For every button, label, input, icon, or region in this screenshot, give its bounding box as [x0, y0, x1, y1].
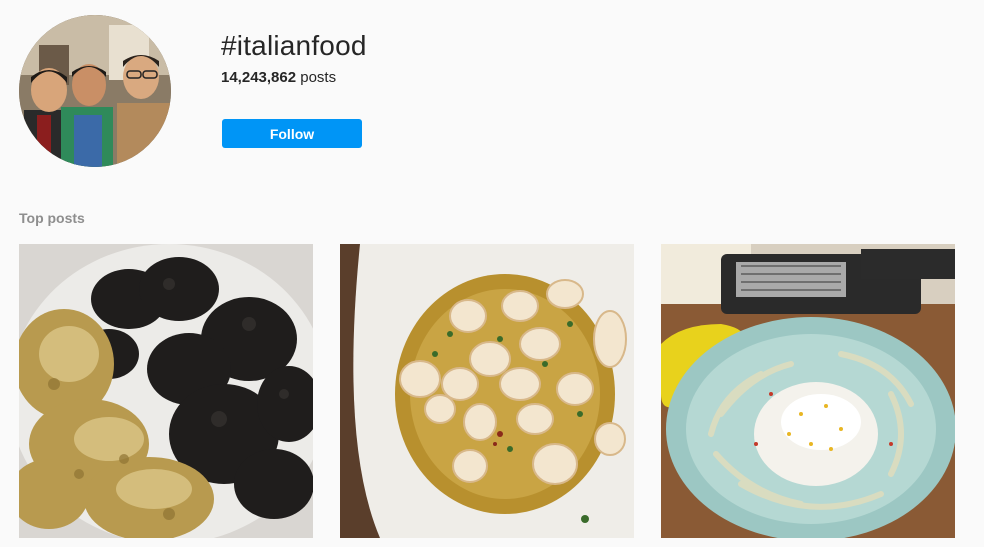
top-post-3[interactable]: [661, 244, 955, 538]
hashtag-page: #italianfood 14,243,862 posts Follow Top…: [0, 0, 984, 547]
post-image-burrata: [661, 244, 955, 538]
post-image-truffles: [19, 244, 313, 538]
hashtag-profile-image: [19, 15, 171, 167]
top-posts-heading: Top posts: [19, 210, 85, 226]
post-image-scallops: [340, 244, 634, 538]
post-count-label: posts: [296, 69, 337, 86]
post-count: 14,243,862 posts: [221, 68, 367, 88]
top-post-1[interactable]: [19, 244, 313, 538]
hashtag-header: #italianfood 14,243,862 posts: [221, 28, 367, 88]
top-post-2[interactable]: [340, 244, 634, 538]
hashtag-title: #italianfood: [221, 30, 367, 61]
follow-button[interactable]: Follow: [222, 119, 362, 148]
post-count-number: 14,243,862: [221, 69, 297, 86]
